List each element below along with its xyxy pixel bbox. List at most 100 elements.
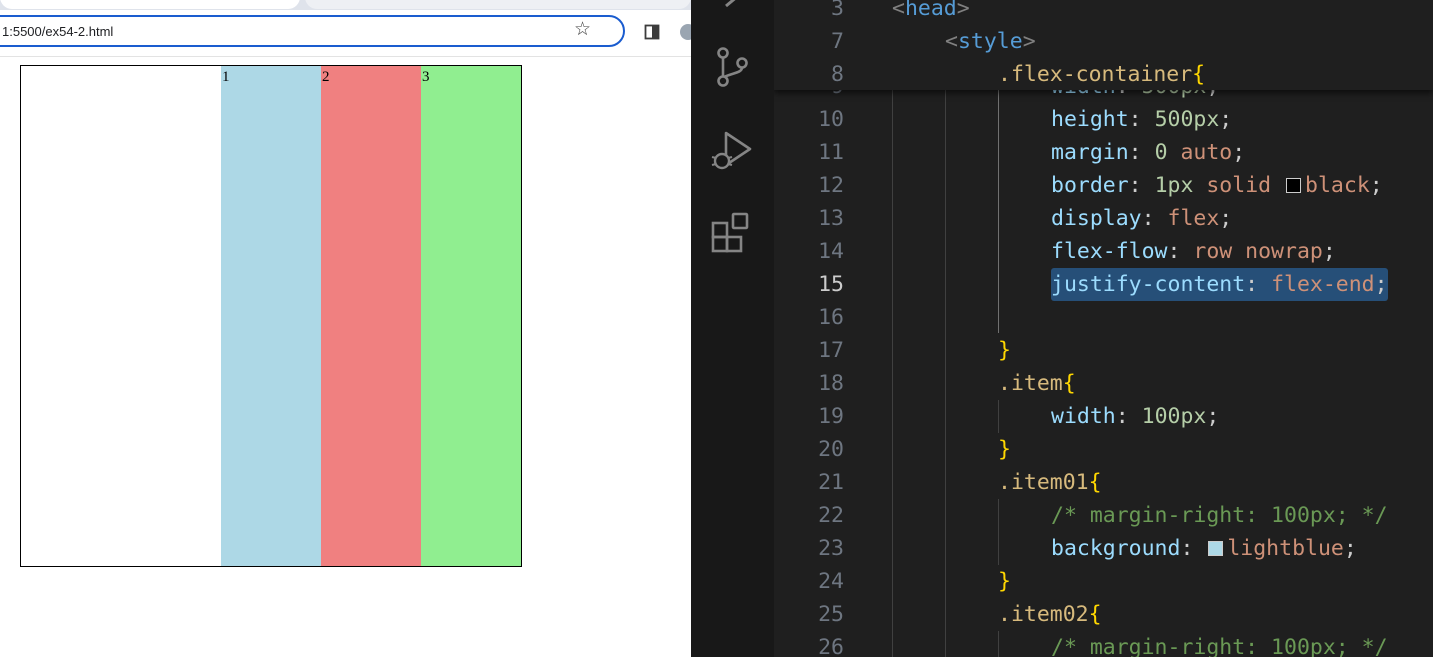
code-line[interactable]: 23 background: lightblue; [774, 532, 1433, 565]
flex-item-label: 1 [222, 69, 230, 85]
code-token: 1px [1154, 173, 1194, 198]
line-number: 19 [818, 404, 844, 429]
explorer-chevron-icon[interactable] [708, 0, 756, 20]
code-token: } [998, 437, 1011, 462]
code-token: ; [1343, 536, 1357, 561]
code-text: margin: 0 auto; [1051, 136, 1245, 169]
address-bar[interactable]: 1:5500/ex54-2.html ☆ [0, 15, 625, 47]
sticky-scroll-header[interactable]: 3 <head> 7 <style> 8 .flex-container{ [774, 0, 1433, 90]
code-line[interactable]: 10 height: 500px; [774, 103, 1433, 136]
code-token: height [1051, 107, 1129, 132]
tab-strip [0, 0, 691, 10]
code-text: } [998, 334, 1011, 367]
code-token: ; [1232, 140, 1246, 165]
code-token: flex [1167, 206, 1220, 231]
code-text: width: 100px; [1051, 400, 1219, 433]
code-line[interactable]: 16 [774, 301, 1433, 334]
code-text: <style> [945, 25, 1036, 58]
code-line[interactable]: 13 display: flex; [774, 202, 1433, 235]
code-text: border: 1px solid black; [1051, 169, 1383, 202]
code-line[interactable]: 24} [774, 565, 1433, 598]
color-swatch-icon[interactable] [1286, 178, 1302, 193]
profile-icon[interactable] [680, 24, 691, 40]
code-area[interactable]: 9width: 500px;10height: 500px;11margin: … [774, 0, 1433, 657]
code-token: 500px [1154, 107, 1220, 132]
code-line[interactable]: 18 .item{ [774, 367, 1433, 400]
code-token: : [1128, 140, 1155, 165]
code-token: ; [1219, 206, 1233, 231]
url-text[interactable]: 1:5500/ex54-2.html [2, 24, 113, 39]
side-panel-icon[interactable] [644, 24, 660, 40]
code-token: black [1305, 173, 1370, 198]
code-token: .item02 [998, 602, 1089, 627]
indent-guide [998, 400, 999, 433]
code-token: solid [1206, 173, 1272, 198]
code-line[interactable]: 8 .flex-container{ [774, 58, 1433, 91]
code-token: flex-flow [1051, 239, 1168, 264]
tab-inactive[interactable] [305, 0, 691, 9]
line-number: 21 [818, 470, 844, 495]
line-number: 15 [818, 272, 844, 297]
code-line[interactable]: 12 border: 1px solid black; [774, 169, 1433, 202]
extensions-icon[interactable] [708, 210, 756, 258]
source-control-icon[interactable] [708, 43, 756, 91]
line-number: 20 [818, 437, 844, 462]
line-number: 10 [818, 107, 844, 132]
code-line[interactable]: 22 /* margin-right: 100px; */ [774, 499, 1433, 532]
line-number: 11 [818, 140, 844, 165]
line-number: 12 [818, 173, 844, 198]
code-line[interactable]: 20} [774, 433, 1433, 466]
code-token: width [1051, 404, 1116, 429]
code-token: ; [1374, 272, 1388, 297]
code-text: .item02{ [998, 598, 1102, 631]
code-token: { [1192, 62, 1206, 87]
code-token: .flex-container [998, 62, 1193, 87]
code-line[interactable]: 17} [774, 334, 1433, 367]
code-token: { [1088, 470, 1102, 495]
indent-guide [998, 631, 999, 657]
color-swatch-icon[interactable] [1208, 541, 1224, 556]
code-line[interactable]: 14 flex-flow: row nowrap; [774, 235, 1433, 268]
code-token: < [892, 0, 905, 21]
code-token: 100px [1141, 404, 1207, 429]
line-number: 3 [831, 0, 844, 21]
line-number: 16 [818, 305, 844, 330]
code-line[interactable]: 26 /* margin-right: 100px; */ [774, 631, 1433, 657]
run-debug-icon[interactable] [708, 127, 756, 175]
code-token: < [945, 29, 958, 54]
code-line[interactable]: 3 <head> [774, 0, 1433, 25]
code-token: : [1128, 107, 1155, 132]
selected-code: justify-content: flex-end; [1051, 268, 1388, 301]
line-number: 7 [831, 29, 844, 54]
line-number: 18 [818, 371, 844, 396]
code-token: { [1088, 602, 1102, 627]
code-token: .item [998, 371, 1063, 396]
code-token: border [1051, 173, 1129, 198]
code-text: flex-flow: row nowrap; [1051, 235, 1336, 268]
code-line[interactable]: 21 .item01{ [774, 466, 1433, 499]
code-token: flex-end [1271, 272, 1375, 297]
browser-toolbar: 1:5500/ex54-2.html ☆ [0, 10, 691, 57]
code-token: justify-content [1051, 272, 1246, 297]
code-line[interactable]: 19 width: 100px; [774, 400, 1433, 433]
code-token: lightblue [1227, 536, 1344, 561]
code-line[interactable]: 25 .item02{ [774, 598, 1433, 631]
code-line[interactable]: 11 margin: 0 auto; [774, 136, 1433, 169]
code-token: display [1051, 206, 1142, 231]
line-number: 8 [831, 62, 844, 87]
code-token: background [1051, 536, 1181, 561]
code-text: .flex-container{ [998, 58, 1205, 91]
code-token: ; [1219, 107, 1233, 132]
indent-guide [892, 90, 893, 657]
code-line[interactable]: 7 <style> [774, 25, 1433, 58]
line-number: 23 [818, 536, 844, 561]
code-text: display: flex; [1051, 202, 1232, 235]
bookmark-star-icon[interactable]: ☆ [574, 20, 591, 40]
code-text: height: 500px; [1051, 103, 1232, 136]
code-token: : [1167, 239, 1194, 264]
code-line[interactable]: 15 justify-content: flex-end; [774, 268, 1433, 301]
tab-active[interactable] [0, 0, 300, 9]
code-token: : [1180, 536, 1207, 561]
code-token: : [1141, 206, 1168, 231]
